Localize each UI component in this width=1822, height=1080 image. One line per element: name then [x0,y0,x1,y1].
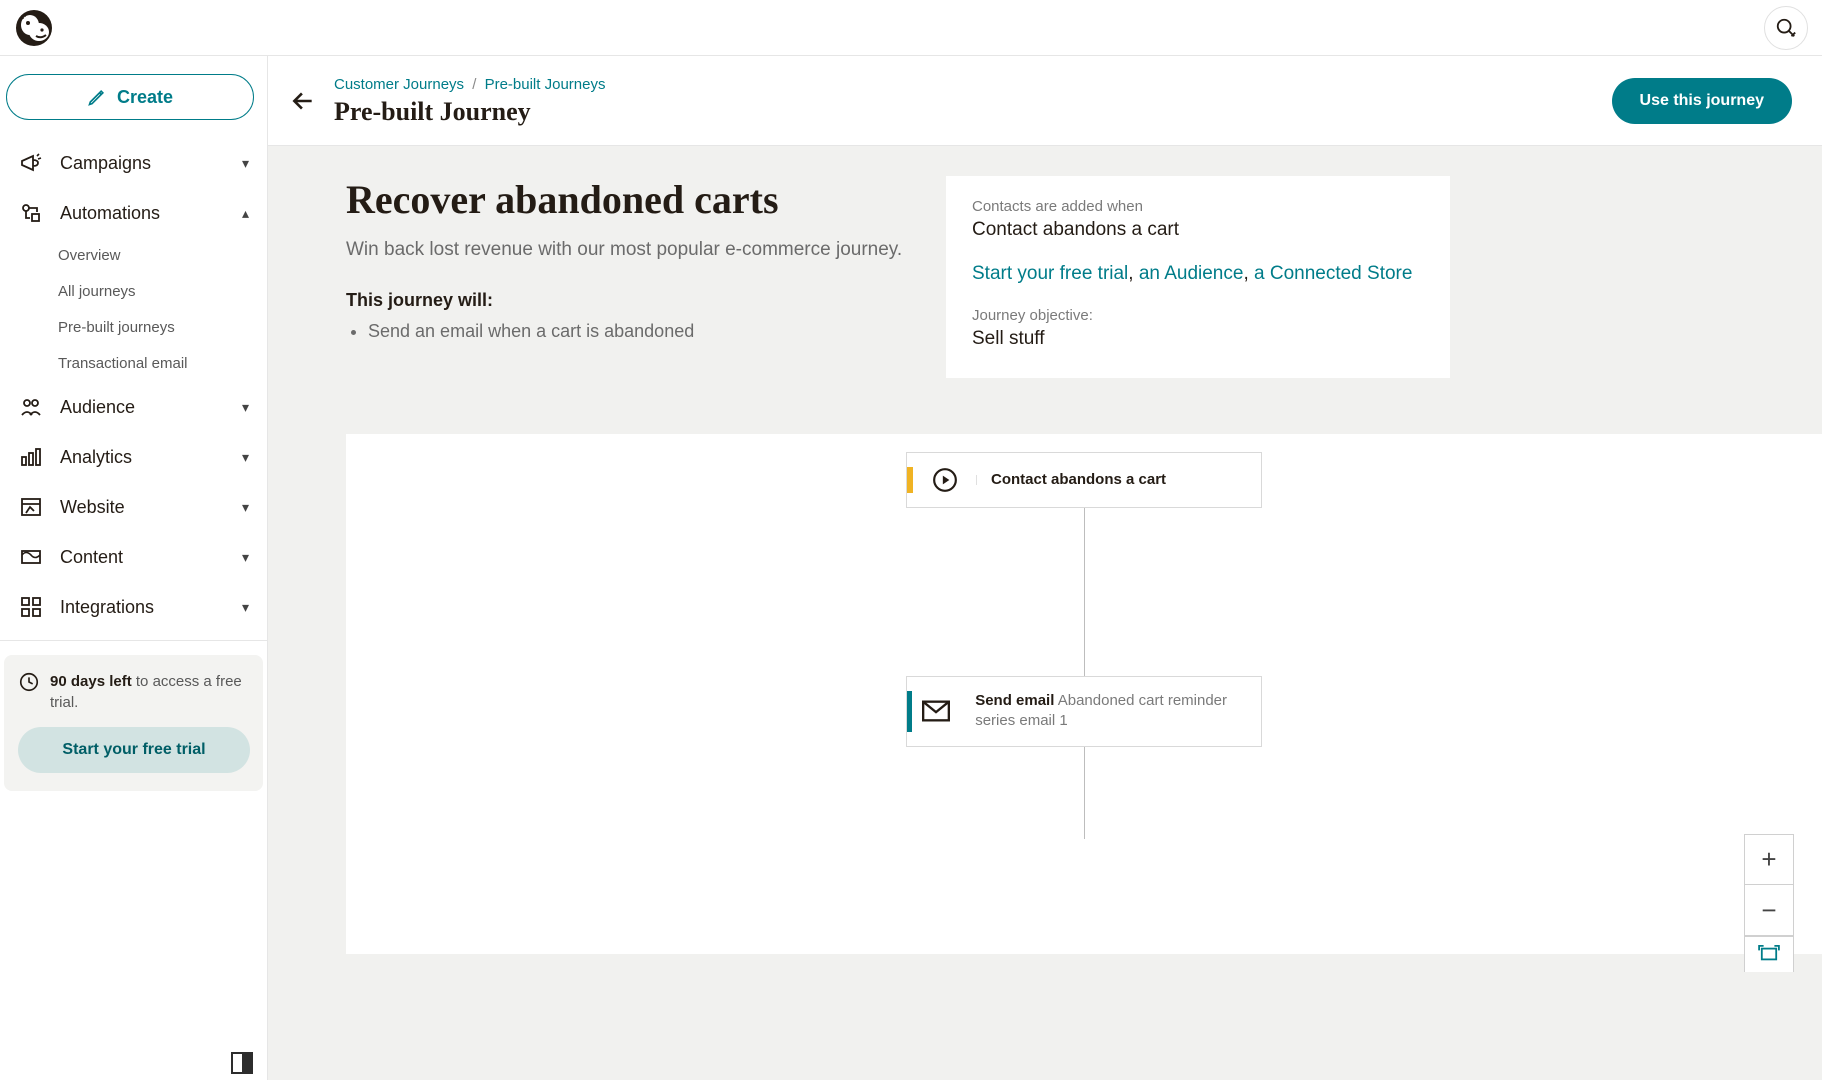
search-button[interactable] [1764,6,1808,50]
automations-icon [18,201,44,225]
chevron-down-icon: ▾ [242,449,249,466]
chevron-down-icon: ▾ [242,549,249,566]
page-title: Pre-built Journey [334,97,605,127]
website-icon [18,495,44,519]
sidebar-item-label: Website [60,497,125,518]
mailchimp-logo[interactable] [14,8,54,48]
objective-label: Journey objective: [972,307,1424,324]
integrations-icon [18,595,44,619]
sidebar-item-website[interactable]: Website ▾ [0,482,267,532]
sidebar-sub-all-journeys[interactable]: All journeys [58,274,267,310]
audience-icon [18,395,44,419]
chevron-up-icon: ▴ [242,205,249,222]
sidebar-item-automations[interactable]: Automations ▴ [0,188,267,238]
sidebar-sub-overview[interactable]: Overview [58,238,267,274]
flow-connector [1084,508,1085,676]
email-node-prefix: Send email [975,692,1054,709]
fit-icon [1758,945,1780,963]
sidebar-item-label: Integrations [60,597,154,618]
trial-text: 90 days left to access a free trial. [50,671,249,713]
chevron-down-icon: ▾ [242,399,249,416]
link-start-free-trial[interactable]: Start your free trial [972,263,1128,284]
zoom-out-button[interactable]: − [1745,885,1793,935]
create-button[interactable]: Create [6,74,254,120]
link-an-audience[interactable]: an Audience [1139,263,1244,284]
sidebar-item-label: Analytics [60,447,132,468]
sidebar-item-integrations[interactable]: Integrations ▾ [0,582,267,632]
zoom-controls: + − [1744,834,1794,936]
analytics-icon [18,445,44,469]
added-when-label: Contacts are added when [972,198,1424,215]
journey-email-node[interactable]: Send email Abandoned cart reminder serie… [906,676,1262,747]
sidebar-item-analytics[interactable]: Analytics ▾ [0,432,267,482]
sidebar-item-content[interactable]: Content ▾ [0,532,267,582]
journey-bullet: Send an email when a cart is abandoned [368,321,906,342]
sidebar-sub-transactional-email[interactable]: Transactional email [58,346,267,382]
breadcrumb-customer-journeys[interactable]: Customer Journeys [334,76,464,93]
zoom-fit-button[interactable] [1744,936,1794,972]
start-node-label: Contact abandons a cart [991,471,1166,488]
back-arrow-button[interactable] [290,88,316,114]
chevron-down-icon: ▾ [242,599,249,616]
start-free-trial-button[interactable]: Start your free trial [18,727,250,773]
trial-card: 90 days left to access a free trial. Sta… [4,655,263,791]
journey-will-title: This journey will: [346,290,906,311]
sidebar-item-label: Audience [60,397,135,418]
journey-subtitle: Win back lost revenue with our most popu… [346,237,906,264]
create-button-label: Create [117,87,173,108]
zoom-in-button[interactable]: + [1745,835,1793,885]
sidebar-sub-prebuilt-journeys[interactable]: Pre-built journeys [58,310,267,346]
requirement-links: Start your free trial, an Audience, a Co… [972,263,1424,285]
content-icon [18,545,44,569]
objective-value: Sell stuff [972,328,1424,350]
megaphone-icon [18,151,44,175]
sidebar-item-audience[interactable]: Audience ▾ [0,382,267,432]
journey-info-panel: Contacts are added when Contact abandons… [946,176,1450,378]
sidebar-item-label: Content [60,547,123,568]
sidebar-item-campaigns[interactable]: Campaigns ▾ [0,138,267,188]
sidebar-item-label: Automations [60,203,160,224]
flow-connector [1084,747,1085,839]
sidebar-item-label: Campaigns [60,153,151,174]
chevron-down-icon: ▾ [242,499,249,516]
use-this-journey-button[interactable]: Use this journey [1612,78,1792,124]
journey-start-node[interactable]: Contact abandons a cart [906,452,1262,508]
search-icon [1775,17,1797,39]
breadcrumb-prebuilt-journeys[interactable]: Pre-built Journeys [485,76,606,93]
chevron-down-icon: ▾ [242,155,249,172]
clock-icon [18,671,40,693]
email-icon [922,700,950,722]
play-icon [932,467,958,493]
added-when-value: Contact abandons a cart [972,219,1424,241]
journey-title: Recover abandoned carts [346,176,906,223]
breadcrumb: Customer Journeys / Pre-built Journeys [334,74,605,95]
link-connected-store[interactable]: a Connected Store [1254,263,1412,284]
collapse-sidebar-toggle[interactable] [231,1052,253,1074]
pencil-icon [87,87,107,107]
